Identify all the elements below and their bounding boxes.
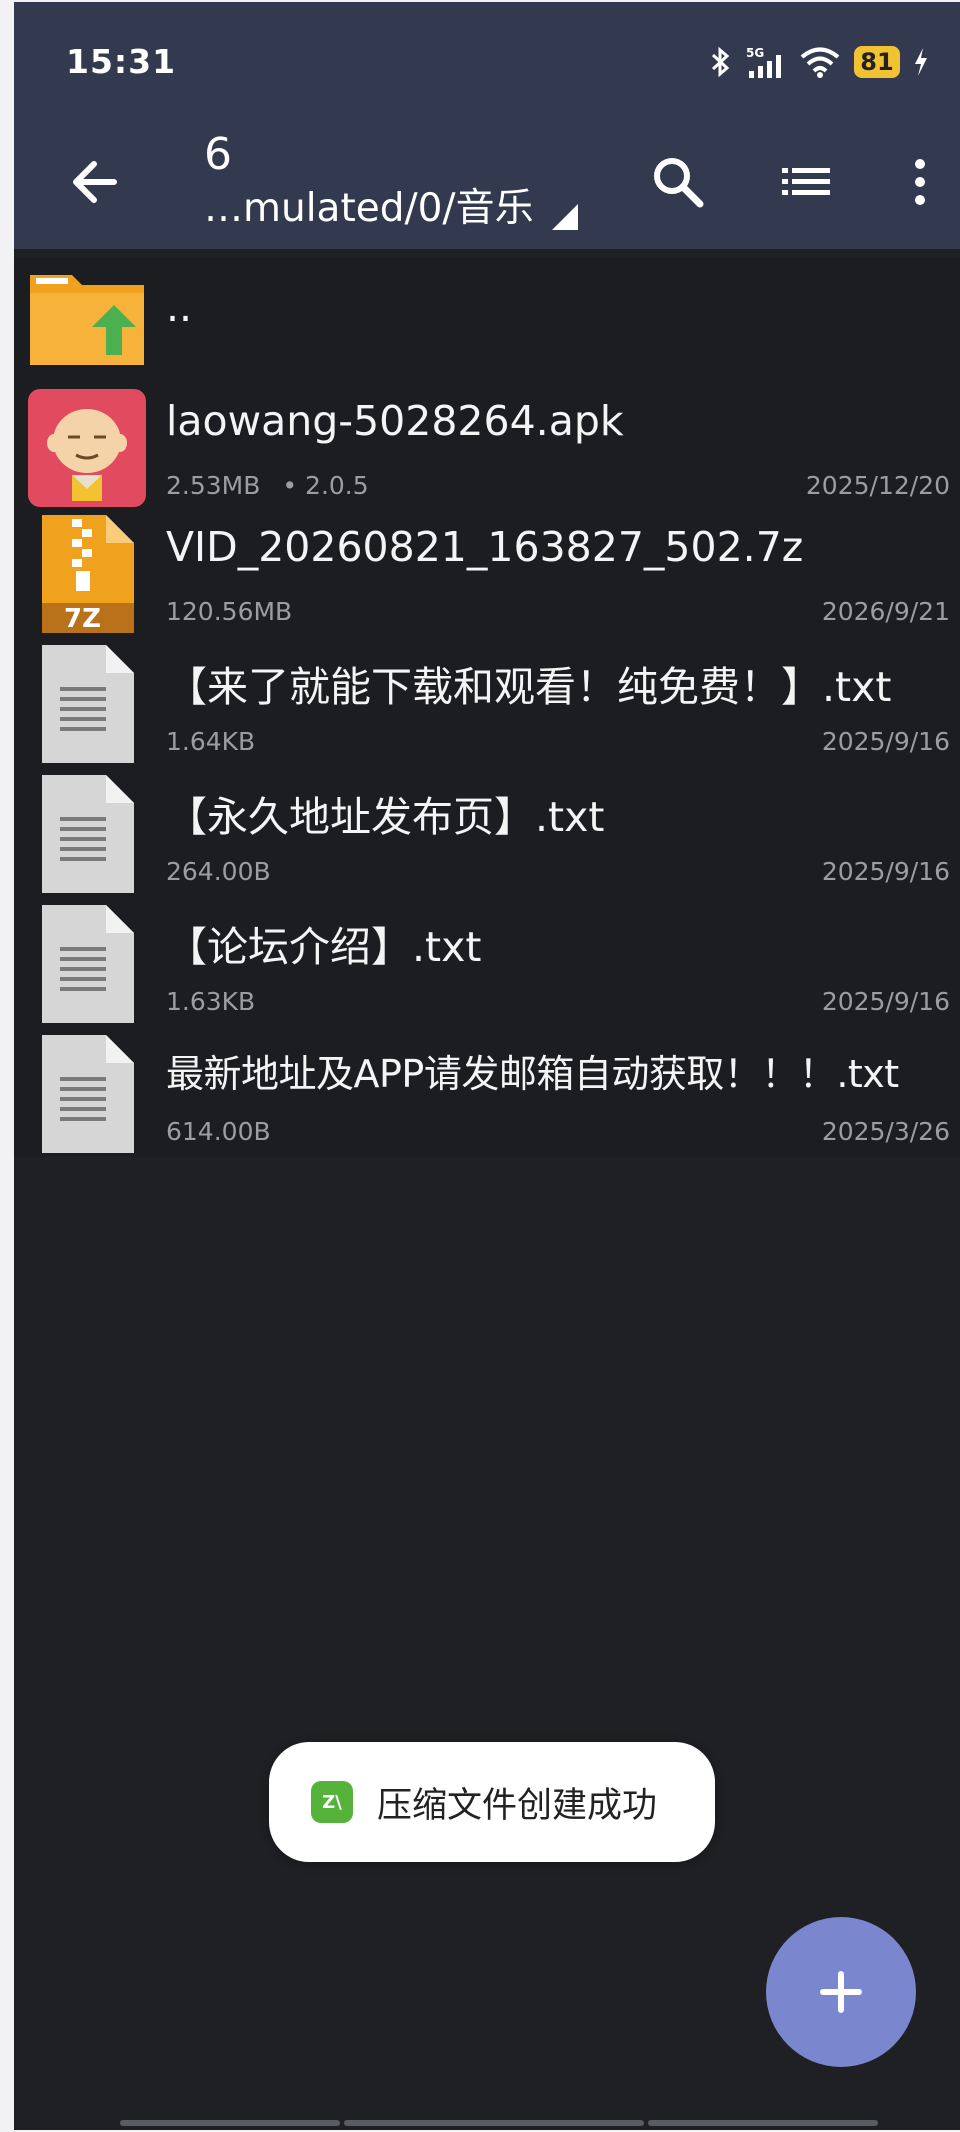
bluetooth-icon <box>711 46 730 78</box>
text-file-icon <box>42 775 134 897</box>
system-icons: 5G 81 <box>710 42 928 82</box>
apk-app-icon <box>28 389 146 511</box>
file-size: 614.00B <box>166 1117 271 1146</box>
file-size: 264.00B <box>166 857 271 886</box>
file-name: 最新地址及APP请发邮箱自动获取！！！.txt <box>166 1052 899 1096</box>
file-size: 1.63KB <box>166 987 256 1016</box>
file-name: 【来了就能下载和观看！纯免费！】.txt <box>166 663 892 711</box>
list-view-icon <box>782 168 830 195</box>
file-name: .. <box>166 283 193 331</box>
back-arrow-icon <box>73 161 117 203</box>
svg-text:7Z: 7Z <box>64 604 101 633</box>
text-file-icon <box>42 1035 134 1157</box>
cellular-5g-icon: 5G <box>746 46 781 78</box>
file-date: 2025/9/16 <box>821 987 950 1016</box>
file-date: 2025/3/26 <box>821 1117 950 1146</box>
parent-folder-icon <box>28 269 148 373</box>
app-bar: 15:31 5G 81 6 …mulated/0/音乐 <box>14 2 960 249</box>
plus-icon <box>820 1971 862 2013</box>
file-size: 120.56MB <box>166 597 293 626</box>
wifi-icon <box>800 47 840 78</box>
nav-hint-segment <box>648 2120 878 2126</box>
dropdown-triangle-icon <box>551 204 578 230</box>
file-name: 【永久地址发布页】.txt <box>166 793 605 841</box>
list-item[interactable]: laowang-5028264.apk 2.53MB • 2.0.5 2025/… <box>14 389 960 509</box>
list-item[interactable]: 7Z VID_20260821_163827_502.7z 120.56MB 2… <box>14 515 960 635</box>
more-vertical-icon <box>915 159 925 205</box>
file-meta: 2.53MB • 2.0.5 <box>166 471 369 500</box>
current-path: …mulated/0/音乐 <box>204 186 534 231</box>
file-manager-screen: 15:31 5G 81 6 …mulated/0/音乐 .. laowang-5… <box>14 2 960 2130</box>
list-item[interactable]: 最新地址及APP请发邮箱自动获取！！！.txt 614.00B 2025/3/2… <box>14 1035 960 1155</box>
title-block[interactable]: 6 …mulated/0/音乐 <box>204 128 578 236</box>
file-date: 2025/12/20 <box>805 471 950 500</box>
text-file-icon <box>42 905 134 1027</box>
list-item[interactable]: 【永久地址发布页】.txt 264.00B 2025/9/16 <box>14 775 960 895</box>
list-view-button[interactable] <box>774 150 838 214</box>
search-icon <box>654 158 704 208</box>
battery-indicator: 81 <box>854 46 900 78</box>
list-item-parent[interactable]: .. <box>14 269 960 379</box>
file-size: 1.64KB <box>166 727 256 756</box>
file-name: VID_20260821_163827_502.7z <box>166 523 804 571</box>
svg-text:5G: 5G <box>746 46 764 60</box>
list-item[interactable]: 【论坛介绍】.txt 1.63KB 2025/9/16 <box>14 905 960 1025</box>
archive-7z-icon: 7Z <box>42 515 134 637</box>
back-button[interactable] <box>64 150 128 214</box>
toolbar: 6 …mulated/0/音乐 <box>14 120 960 249</box>
toast-text: 压缩文件创建成功 <box>377 1785 658 1826</box>
more-options-button[interactable] <box>888 150 952 214</box>
app-version: • 2.0.5 <box>282 471 369 500</box>
nav-hint-segment <box>344 2120 644 2126</box>
add-fab-button[interactable] <box>766 1917 916 2067</box>
file-name: laowang-5028264.apk <box>166 397 624 445</box>
archiver-app-icon: Z\ <box>311 1781 353 1823</box>
file-date: 2025/9/16 <box>821 727 950 756</box>
search-button[interactable] <box>646 150 710 214</box>
status-bar: 15:31 5G 81 <box>14 2 960 120</box>
list-item[interactable]: 【来了就能下载和观看！纯免费！】.txt 1.64KB 2025/9/16 <box>14 645 960 765</box>
file-date: 2025/9/16 <box>821 857 950 886</box>
status-time: 15:31 <box>66 42 177 81</box>
charging-bolt-icon <box>915 48 927 76</box>
nav-hint-segment <box>120 2120 340 2126</box>
file-date: 2026/9/21 <box>821 597 950 626</box>
text-file-icon <box>42 645 134 767</box>
item-count: 6 <box>204 129 232 180</box>
file-name: 【论坛介绍】.txt <box>166 923 482 971</box>
path-dropdown[interactable]: …mulated/0/音乐 <box>204 182 578 236</box>
toast-message: Z\ 压缩文件创建成功 <box>269 1742 715 1862</box>
file-list: .. laowang-5028264.apk 2.53MB • 2.0.5 20… <box>14 257 960 1157</box>
file-size: 2.53MB <box>166 471 261 500</box>
